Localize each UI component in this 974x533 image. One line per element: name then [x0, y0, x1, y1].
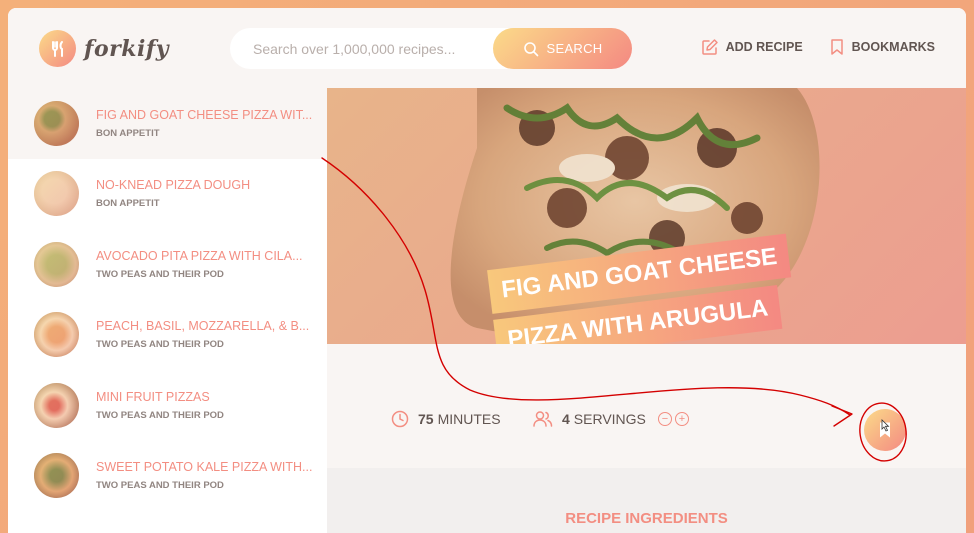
recipe-duration: 75 MINUTES	[391, 410, 501, 428]
result-publisher: TWO PEAS AND THEIR POD	[96, 480, 224, 492]
bookmark-icon	[830, 39, 843, 55]
bookmark-icon	[880, 422, 890, 438]
bookmarks-button[interactable]: BOOKMARKS	[829, 38, 935, 56]
result-item[interactable]: SWEET POTATO KALE PIZZA WITH... TWO PEAS…	[8, 441, 327, 512]
recipe-thumbnail	[34, 241, 79, 287]
result-item[interactable]: NO-KNEAD PIZZA DOUGH BON APPETIT	[8, 159, 327, 230]
recipe-thumbnail	[34, 453, 79, 499]
bookmarks-label: BOOKMARKS	[851, 40, 935, 54]
result-publisher: BON APPETIT	[96, 127, 160, 139]
minutes-label: MINUTES	[437, 411, 501, 427]
add-recipe-button[interactable]: ADD RECIPE	[701, 38, 803, 56]
result-publisher: TWO PEAS AND THEIR POD	[96, 409, 224, 421]
fork-knife-icon	[39, 30, 76, 67]
add-recipe-label: ADD RECIPE	[725, 40, 803, 54]
result-item[interactable]: PEACH, BASIL, MOZZARELLA, & B... TWO PEA…	[8, 300, 327, 371]
recipe-thumbnail	[34, 312, 79, 358]
app-container: forkify SEARCH ADD RECIPE	[8, 8, 966, 533]
clock-icon	[391, 410, 409, 428]
header: forkify SEARCH ADD RECIPE	[8, 8, 966, 88]
search-icon	[523, 41, 538, 56]
result-item[interactable]: MINI FRUIT PIZZAS TWO PEAS AND THEIR POD	[8, 370, 327, 441]
edit-icon	[701, 39, 718, 55]
ingredients-heading: RECIPE INGREDIENTS	[565, 510, 728, 527]
servings-value: 4	[562, 411, 570, 427]
bookmark-recipe-button[interactable]	[864, 409, 906, 451]
logo-text: forkify	[84, 35, 170, 62]
result-title: MINI FRUIT PIZZAS	[96, 389, 210, 404]
result-publisher: TWO PEAS AND THEIR POD	[96, 339, 224, 351]
result-title: FIG AND GOAT CHEESE PIZZA WIT...	[96, 107, 313, 122]
search-form: SEARCH	[230, 28, 632, 69]
result-publisher: TWO PEAS AND THEIR POD	[96, 268, 224, 280]
decrease-servings-button[interactable]: −	[657, 412, 672, 426]
recipe-details: 75 MINUTES 4 SERVINGS − +	[327, 344, 966, 468]
search-input[interactable]	[253, 40, 483, 57]
result-title: PEACH, BASIL, MOZZARELLA, & B...	[96, 319, 310, 334]
increase-servings-button[interactable]: +	[674, 412, 689, 426]
users-icon	[533, 411, 553, 427]
result-item[interactable]: AVOCADO PITA PIZZA WITH CILA... TWO PEAS…	[8, 229, 327, 300]
search-results: FIG AND GOAT CHEESE PIZZA WIT... BON APP…	[8, 88, 327, 533]
result-title: AVOCADO PITA PIZZA WITH CILA...	[96, 248, 303, 263]
nav: ADD RECIPE BOOKMARKS	[675, 38, 935, 56]
recipe-ingredients: RECIPE INGREDIENTS	[327, 468, 966, 533]
minutes-value: 75	[418, 411, 434, 427]
servings-label: SERVINGS	[573, 411, 646, 427]
result-item[interactable]: FIG AND GOAT CHEESE PIZZA WIT... BON APP…	[8, 88, 327, 159]
recipe-thumbnail	[34, 100, 79, 146]
recipe-thumbnail	[34, 382, 79, 428]
logo[interactable]: forkify	[39, 30, 169, 67]
recipe-servings: 4 SERVINGS − +	[533, 410, 692, 428]
result-title: NO-KNEAD PIZZA DOUGH	[96, 178, 251, 193]
recipe-figure: FIG AND GOAT CHEESE PIZZA WITH ARUGULA	[327, 88, 966, 344]
search-button-label: SEARCH	[546, 41, 603, 56]
result-title: SWEET POTATO KALE PIZZA WITH...	[96, 460, 313, 475]
result-publisher: BON APPETIT	[96, 198, 160, 210]
recipe-view: FIG AND GOAT CHEESE PIZZA WITH ARUGULA 7…	[327, 88, 966, 533]
recipe-thumbnail	[34, 171, 79, 217]
search-button[interactable]: SEARCH	[493, 28, 632, 69]
